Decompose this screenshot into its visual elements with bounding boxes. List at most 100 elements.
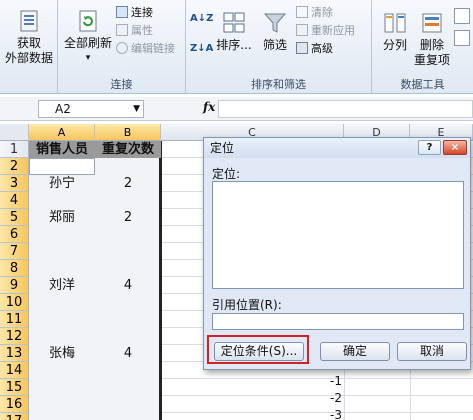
sort-ascending-icon: A↓Z [190,13,214,24]
name-box[interactable]: A2 ▼ [38,100,144,118]
row-header[interactable]: 3 [0,175,29,192]
sort-descending-icon: Z↓A [190,43,214,54]
data-tools-group-label: 数据工具 [400,78,445,91]
clear-label: 清除 [311,6,333,19]
row-header[interactable]: 17 [0,413,29,420]
cancel-button[interactable]: 取消 [397,342,467,361]
filter-icon [263,13,287,33]
edit-links-label: 编辑链接 [131,42,175,55]
link-icon [116,42,128,54]
filter-button[interactable]: 筛选 [258,10,292,53]
cell-a9[interactable]: 刘洋 [29,277,95,294]
chevron-down-icon: ▼ [133,104,140,114]
filter-label: 筛选 [262,38,287,52]
cell-b5[interactable]: 2 [95,209,161,226]
cell-a1[interactable]: 销售人员 [29,141,95,158]
cell-a13[interactable]: 张梅 [29,345,95,362]
formula-bar: A2 ▼ fx [0,97,473,121]
ribbon-data-tab: 获取 外部数据 全部刷新 ▾ 连接 属性 编辑链接 连接 A↓Z Z↓A 排序.… [0,0,473,94]
sort-label: 排序... [216,38,252,52]
text-to-columns-button[interactable]: 分列 [378,10,412,53]
get-data-label-1: 获取 [16,36,41,50]
get-data-label-2: 外部数据 [4,51,53,65]
cell-b1[interactable]: 重复次数 [95,141,161,158]
cell-b9[interactable]: 4 [95,277,161,294]
close-button[interactable]: × [443,140,467,155]
cell-a5[interactable]: 郑丽 [29,209,95,226]
remove-duplicates-button[interactable]: 删除 重复项 [414,10,450,68]
row-header[interactable]: 1 [0,141,29,158]
connections-label: 连接 [131,6,153,19]
get-external-data-button[interactable]: 获取 外部数据 [4,8,54,66]
cell-c16[interactable]: -2 [308,390,342,407]
connections-group: 全部刷新 ▾ 连接 属性 编辑链接 连接 [58,0,186,94]
row-header[interactable]: 9 [0,277,29,294]
row-header[interactable]: 14 [0,362,29,379]
refresh-icon [79,10,97,32]
row-header[interactable]: 4 [0,192,29,209]
sort-filter-group: A↓Z Z↓A 排序... 筛选 清除 重新应用 高级 排序和筛选 [186,0,372,94]
reapply-icon [296,24,308,36]
row-header[interactable]: 15 [0,379,29,396]
data-validation-button[interactable] [454,8,470,24]
cell-b3[interactable]: 2 [95,175,161,192]
connections-button[interactable]: 连接 [116,6,153,20]
properties-icon [116,24,128,36]
formula-input[interactable] [218,100,473,118]
connections-icon [116,6,128,18]
row-header[interactable]: 12 [0,328,29,345]
goto-list-label: 定位: [212,167,241,181]
active-cell-a2[interactable] [29,158,95,175]
text-to-columns-label: 分列 [382,38,407,52]
remove-duplicates-label-1: 删除 [419,38,444,52]
special-button[interactable]: 定位条件(S)... [214,342,304,361]
sort-button[interactable]: 排序... [216,10,252,53]
cell-c15[interactable]: -1 [308,373,342,390]
row-header[interactable]: 11 [0,311,29,328]
sort-icon [223,12,245,33]
goto-list[interactable] [212,181,464,289]
consolidate-button[interactable] [454,30,470,46]
sort-descending-button[interactable]: Z↓A [190,42,213,56]
advanced-label: 高级 [311,42,333,55]
database-icon [20,10,38,32]
goto-dialog: 定位 ? × 定位: 引用位置(R): 定位条件(S)... 确定 取消 [203,137,471,370]
row-header[interactable]: 8 [0,260,29,277]
clear-button[interactable]: 清除 [296,6,333,20]
refresh-all-label: 全部刷新 [63,36,112,50]
column-header-b[interactable]: B [95,124,161,141]
remove-duplicates-icon [422,13,442,33]
row-header[interactable]: 7 [0,243,29,260]
connections-group-label: 连接 [110,78,133,91]
advanced-button[interactable]: 高级 [296,42,333,56]
clear-filter-icon [296,6,308,18]
insert-function-button[interactable]: fx [203,100,215,114]
reference-label: 引用位置(R): [212,298,282,312]
advanced-filter-icon [296,42,308,54]
cell-b13[interactable]: 4 [95,345,161,362]
refresh-all-button[interactable]: 全部刷新 ▾ [60,8,116,66]
edit-links-button[interactable]: 编辑链接 [116,42,175,56]
reapply-button[interactable]: 重新应用 [296,24,355,38]
row-header[interactable]: 6 [0,226,29,243]
row-header[interactable]: 5 [0,209,29,226]
row-header[interactable]: 2 [0,158,29,175]
data-tools-group: 分列 删除 重复项 数据工具 [372,0,473,94]
remove-duplicates-label-2: 重复项 [414,53,451,67]
column-header-a[interactable]: A [29,124,95,141]
row-header[interactable]: 13 [0,345,29,362]
properties-label: 属性 [131,24,153,37]
ok-button[interactable]: 确定 [320,342,390,361]
row-header[interactable]: 10 [0,294,29,311]
properties-button[interactable]: 属性 [116,24,153,38]
reference-input[interactable] [212,313,464,330]
excel-window: 获取 外部数据 全部刷新 ▾ 连接 属性 编辑链接 连接 A↓Z Z↓A 排序.… [0,0,473,420]
select-all-corner[interactable] [0,124,29,141]
row-header[interactable]: 16 [0,396,29,413]
cell-a3[interactable]: 孙宁 [29,175,95,192]
chevron-down-icon: ▾ [85,53,91,63]
reapply-label: 重新应用 [311,24,355,37]
sort-ascending-button[interactable]: A↓Z [190,12,213,26]
help-button[interactable]: ? [418,140,441,155]
cell-c17[interactable]: -3 [308,407,342,420]
